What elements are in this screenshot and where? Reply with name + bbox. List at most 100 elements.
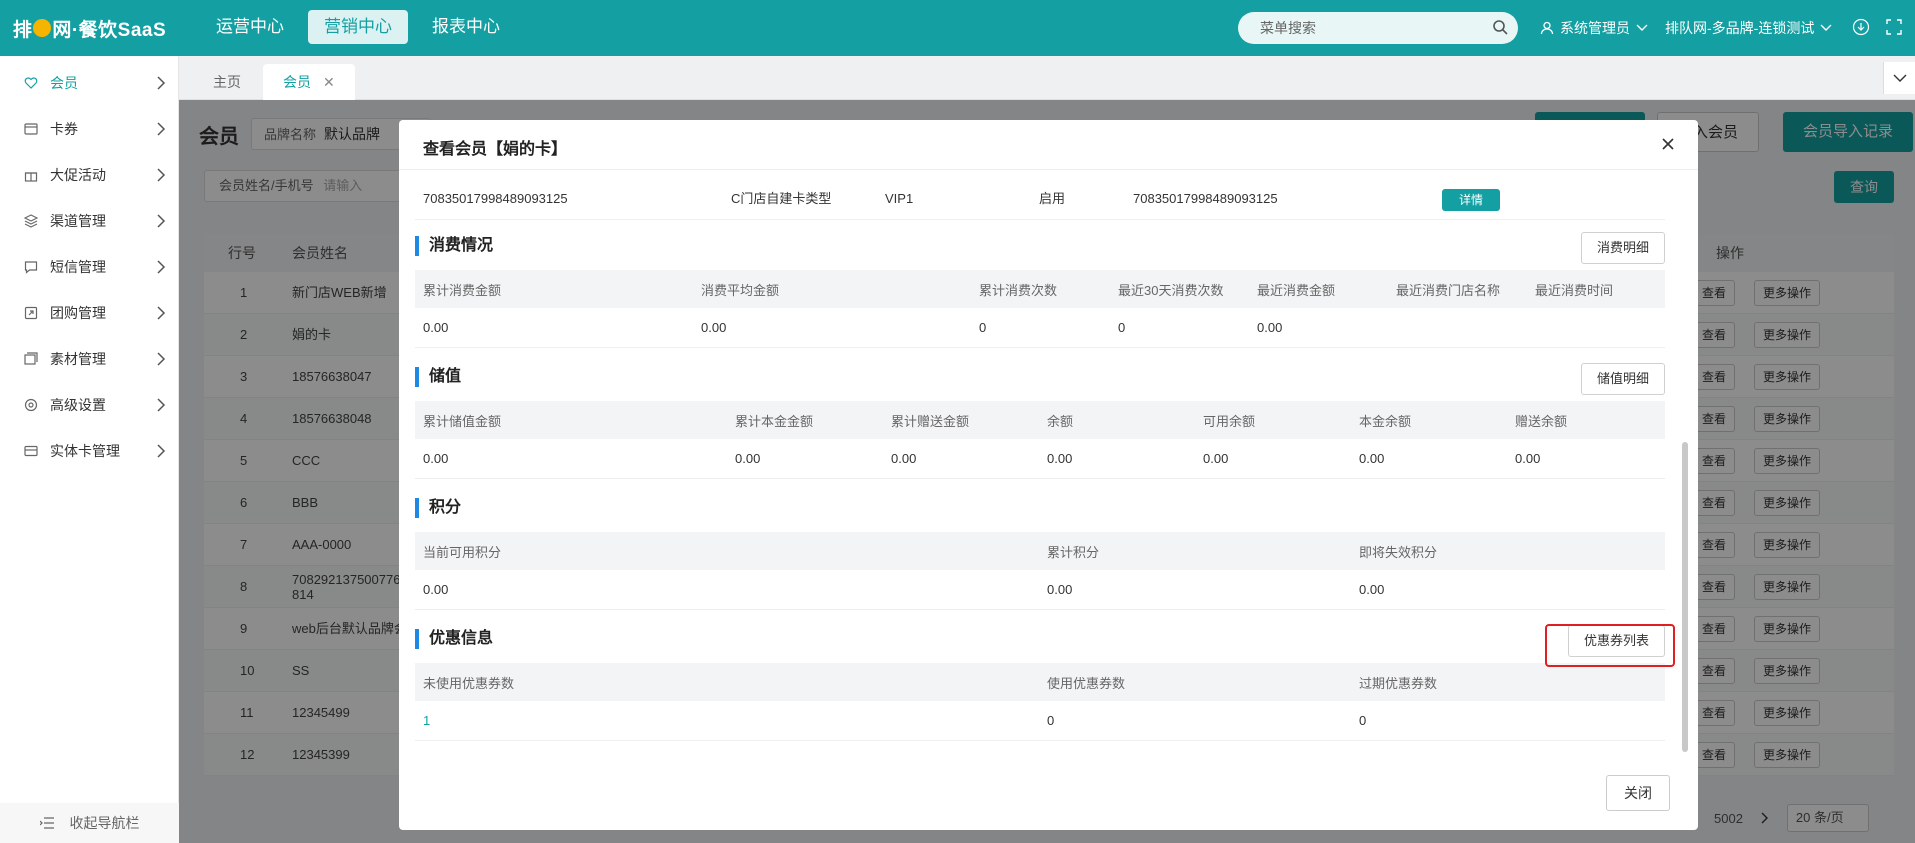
chevron-down-icon [1820, 24, 1832, 31]
nav-operations[interactable]: 运营中心 [200, 10, 300, 44]
chevron-down-icon [1636, 24, 1648, 31]
brand-name: 排队网-多品牌-连锁测试 [1665, 20, 1815, 36]
user-icon [1540, 21, 1554, 35]
sidebar-item-groupbuy[interactable]: 团购管理 [0, 290, 178, 336]
coupon-section: 优惠信息 优惠券列表 未使用优惠券数 使用优惠券数 过期优惠券数 1 0 0 [415, 613, 1665, 741]
indent-icon [39, 817, 54, 829]
value-cell: 0 [979, 320, 987, 335]
value-cell: 0.00 [891, 451, 917, 466]
chevron-right-icon [157, 444, 166, 458]
consumption-section: 消费情况 消费明细 累计消费金额 消费平均金额 累计消费次数 最近30天消费次数… [415, 220, 1665, 348]
consumption-detail-button[interactable]: 消费明细 [1580, 232, 1665, 264]
sidebar-item-advanced[interactable]: 高级设置 [0, 382, 178, 428]
search-icon[interactable] [1492, 19, 1508, 35]
header-cell: 累计本金金额 [735, 413, 814, 429]
value-cell: 0 [1359, 713, 1367, 728]
header-cell: 使用优惠券数 [1047, 675, 1126, 691]
header-cell: 累计赠送金额 [891, 413, 970, 429]
table-row: 0.00 0.00 0 0 0.00 [415, 308, 1665, 348]
header-cell: 累计消费金额 [423, 282, 502, 298]
detail-button[interactable]: 详情 [1442, 189, 1500, 211]
modal-scrollbar[interactable] [1682, 442, 1688, 752]
header-cell: 赠送余额 [1515, 413, 1568, 429]
section-header: 优惠信息 优惠券列表 [415, 613, 1665, 663]
stored-detail-button[interactable]: 储值明细 [1580, 363, 1665, 395]
modal-title: 查看会员【娟的卡】 [423, 141, 568, 158]
top-bar: 排网·餐饮SaaS 运营中心 营销中心 报表中心 菜单搜索 系统管理员 排队网-… [0, 0, 1915, 56]
collapse-nav-button[interactable]: 收起导航栏 [0, 803, 179, 843]
value-cell: 0.00 [1203, 451, 1229, 466]
sidebar-item-label: 高级设置 [50, 397, 106, 413]
value-cell: 0.00 [423, 451, 449, 466]
tab-member[interactable]: 会员 ✕ [263, 64, 355, 100]
section-header: 储值 储值明细 [415, 351, 1665, 401]
close-icon[interactable] [1658, 134, 1678, 154]
share-icon [24, 306, 38, 320]
sidebar-item-material[interactable]: 素材管理 [0, 336, 178, 382]
value-cell: 0.00 [1359, 451, 1385, 466]
value-cell: 0.00 [423, 320, 449, 335]
header-cell: 累计储值金额 [423, 413, 502, 429]
table-row: 0.00 0.00 0.00 [415, 570, 1665, 610]
logo-subtext: 网·餐饮SaaS [52, 19, 167, 41]
nav-reports[interactable]: 报表中心 [416, 10, 516, 44]
sidebar-item-physical-card[interactable]: 实体卡管理 [0, 428, 178, 474]
header-cell: 最近消费金额 [1257, 282, 1336, 298]
tab-label: 主页 [213, 74, 241, 90]
layers-icon [24, 214, 38, 228]
header-cell: 本金余额 [1359, 413, 1412, 429]
sidebar-item-sms[interactable]: 短信管理 [0, 244, 178, 290]
stored-value-section: 储值 储值明细 累计储值金额 累计本金金额 累计赠送金额 余额 可用余额 本金余… [415, 351, 1665, 479]
header-cell: 当前可用积分 [423, 544, 502, 560]
sidebar-item-promotion[interactable]: 大促活动 [0, 152, 178, 198]
download-icon[interactable] [1852, 18, 1870, 36]
table-header: 累计消费金额 消费平均金额 累计消费次数 最近30天消费次数 最近消费金额 最近… [415, 270, 1665, 308]
card-row: 70835017998489093125 C门店自建卡类型 VIP1 启用 70… [415, 178, 1665, 220]
brand-selector[interactable]: 排队网-多品牌-连锁测试 [1665, 18, 1832, 38]
value-cell: 0 [1047, 713, 1055, 728]
header-cell: 最近消费时间 [1535, 282, 1614, 298]
chevron-right-icon [157, 168, 166, 182]
menu-search-input[interactable]: 菜单搜索 [1238, 12, 1518, 44]
header-cell: 即将失效积分 [1359, 544, 1438, 560]
sidebar: 会员 卡券 大促活动 渠道管理 短信管理 团购管理 素材管理 高级设置 实体卡管 [0, 56, 179, 843]
section-title: 储值 [415, 367, 461, 387]
unused-coupon-count-link[interactable]: 1 [423, 701, 430, 740]
value-cell: 0.00 [1515, 451, 1541, 466]
header-cell: 消费平均金额 [701, 282, 780, 298]
image-icon [24, 352, 38, 365]
chevron-right-icon [157, 122, 166, 136]
tab-label: 会员 [283, 74, 311, 90]
table-row: 0.00 0.00 0.00 0.00 0.00 0.00 0.00 [415, 439, 1665, 479]
fullscreen-icon[interactable] [1885, 18, 1903, 36]
value-cell: 0.00 [423, 582, 449, 597]
sidebar-item-coupon[interactable]: 卡券 [0, 106, 178, 152]
value-cell: 0.00 [1359, 582, 1385, 597]
page-tabs: 主页 会员 ✕ [179, 56, 1915, 100]
chevron-right-icon [157, 398, 166, 412]
tab-home[interactable]: 主页 [193, 64, 261, 100]
table-row: 1 0 0 [415, 701, 1665, 741]
sidebar-item-channel[interactable]: 渠道管理 [0, 198, 178, 244]
value-cell: 0.00 [1257, 320, 1283, 335]
tab-dropdown[interactable] [1883, 62, 1915, 94]
header-cell: 最近30天消费次数 [1118, 282, 1224, 298]
sidebar-item-member[interactable]: 会员 [0, 60, 178, 106]
user-menu[interactable]: 系统管理员 [1540, 18, 1648, 38]
sidebar-item-label: 大促活动 [50, 167, 106, 183]
close-icon[interactable]: ✕ [323, 74, 335, 90]
top-nav: 运营中心 营销中心 报表中心 [200, 10, 516, 44]
header-cell: 最近消费门店名称 [1396, 282, 1501, 298]
nav-marketing[interactable]: 营销中心 [308, 10, 408, 44]
close-button[interactable]: 关闭 [1606, 775, 1670, 811]
value-cell: 0.00 [735, 451, 761, 466]
card-icon [24, 445, 38, 457]
section-title: 优惠信息 [415, 629, 493, 649]
logo-text: 排 [12, 19, 33, 41]
chevron-right-icon [157, 306, 166, 320]
card-status: 启用 [1039, 191, 1066, 206]
sidebar-item-label: 素材管理 [50, 351, 106, 367]
table-header: 累计储值金额 累计本金金额 累计赠送金额 余额 可用余额 本金余额 赠送余额 [415, 401, 1665, 439]
chevron-right-icon [157, 76, 166, 90]
search-placeholder: 菜单搜索 [1260, 20, 1316, 36]
